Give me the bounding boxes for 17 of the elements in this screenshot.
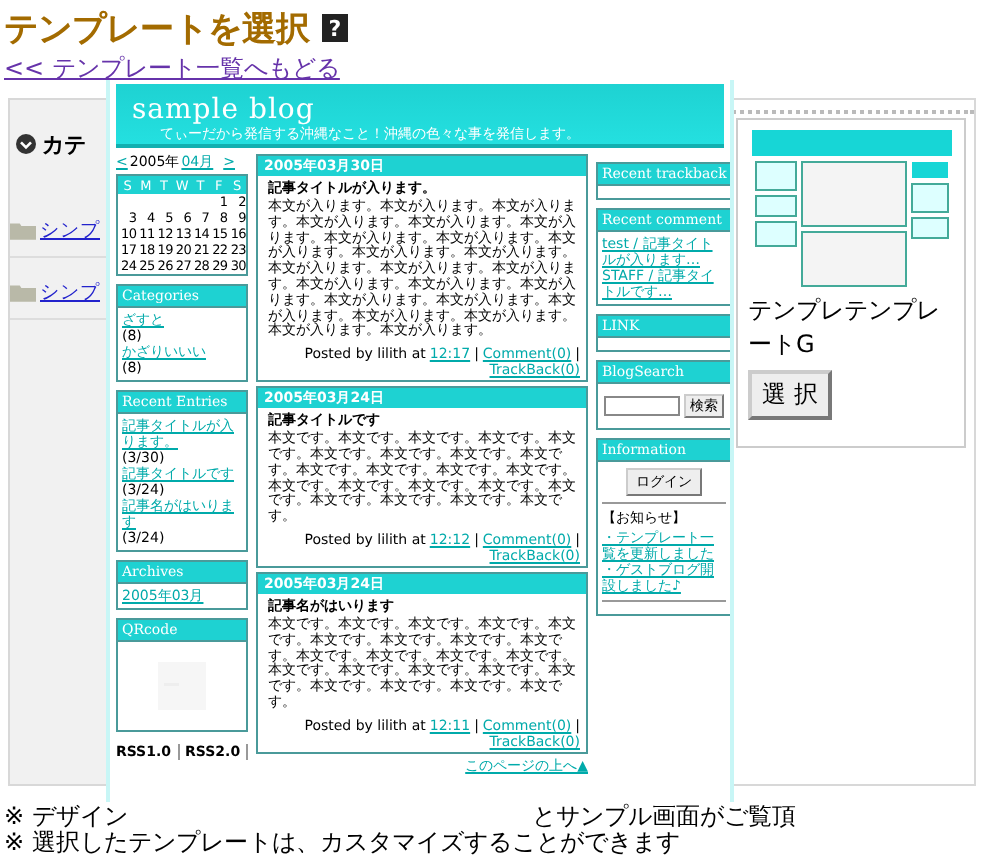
template-thumbnail-drawing[interactable] (748, 130, 956, 290)
help-icon[interactable]: ? (322, 14, 348, 42)
folder-icon (10, 220, 36, 240)
search-field[interactable] (604, 396, 680, 416)
select-button[interactable]: 選 択 (748, 370, 832, 420)
back-link[interactable]: << テンプレート一覧へもどる (0, 52, 984, 86)
note-text: とサンプル画面がご覧頂 (531, 804, 796, 830)
note-text: ※ デザイン (4, 804, 128, 830)
folder-icon (10, 282, 36, 302)
collapse-icon[interactable] (16, 134, 36, 154)
blog-title: sample blog (132, 96, 317, 124)
note-text: ※ 選択したテンプレートは、カスタマイズすることができます (4, 830, 680, 856)
category-heading: カテ (42, 129, 86, 159)
template-name: テンプレテンプレートG (748, 294, 942, 362)
category-link[interactable]: シンプ (40, 279, 100, 305)
page-title: テンプレートを選択 (4, 7, 310, 51)
category-link[interactable]: シンプ (40, 217, 100, 243)
